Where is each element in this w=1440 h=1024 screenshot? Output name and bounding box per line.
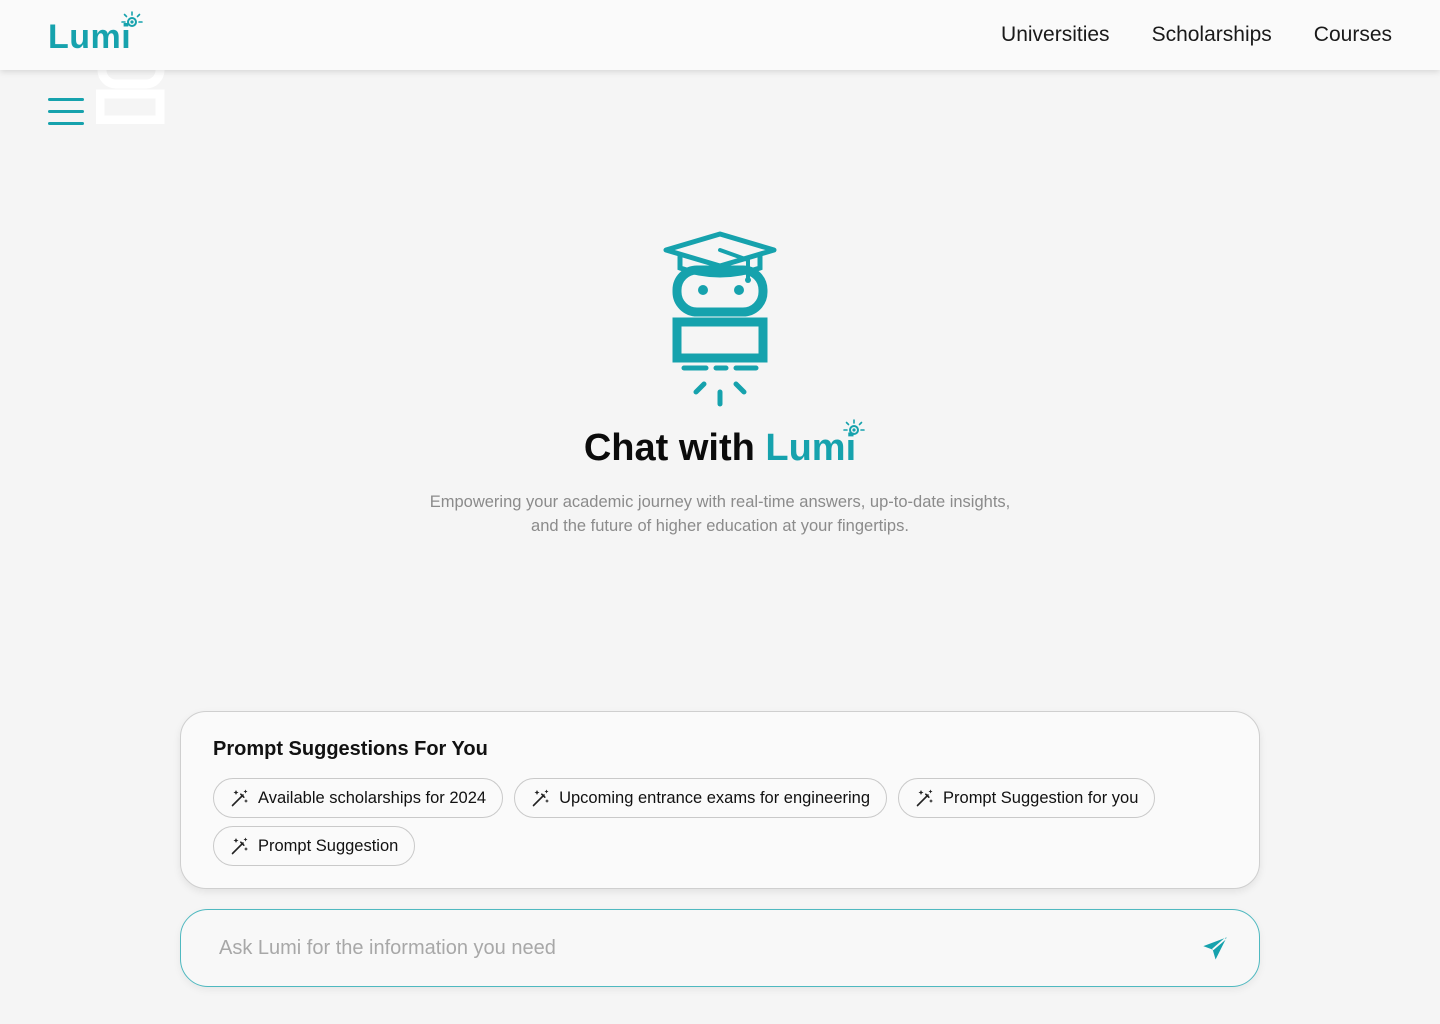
chip-label: Available scholarships for 2024: [258, 788, 487, 807]
top-navbar: Lumi Universities Scholarships Courses: [0, 0, 1440, 70]
nav-link-scholarships[interactable]: Scholarships: [1152, 23, 1272, 47]
logo-text: Lumi: [48, 18, 132, 56]
paper-plane-icon[interactable]: [1201, 935, 1229, 963]
magic-wand-icon: [231, 837, 248, 855]
nav-link-courses[interactable]: Courses: [1314, 23, 1392, 47]
suggestions-title: Prompt Suggestions For You: [213, 738, 488, 760]
page-title: Chat with Lumi: [583, 419, 865, 470]
sun-icon: [843, 419, 865, 435]
ask-input[interactable]: [219, 910, 1179, 986]
suggestion-chip-entrance-exams[interactable]: Upcoming entrance exams for engineering: [514, 778, 888, 818]
hamburger-menu-icon[interactable]: [48, 98, 84, 128]
sun-icon: [121, 11, 143, 27]
chip-label: Prompt Suggestion: [258, 836, 399, 855]
title-prefix: Chat with: [583, 427, 755, 469]
nav-link-universities[interactable]: Universities: [1001, 23, 1110, 47]
hero-section: Chat with Lumi Empowering your academic …: [0, 230, 1440, 538]
ask-box: [180, 909, 1260, 987]
chip-label: Upcoming entrance exams for engineering: [559, 788, 871, 807]
suggestion-chip-scholarships[interactable]: Available scholarships for 2024: [213, 778, 504, 818]
suggestion-chip-prompt[interactable]: Prompt Suggestion: [213, 826, 416, 866]
prompt-suggestions-card: Prompt Suggestions For You Available sch…: [180, 711, 1260, 889]
hero-subtitle: Empowering your academic journey with re…: [429, 492, 1011, 535]
main-nav: Universities Scholarships Courses: [1001, 0, 1392, 70]
magic-wand-icon: [231, 789, 248, 807]
suggestion-chips: Available scholarships for 2024 Upcoming…: [213, 778, 1233, 866]
chip-label: Prompt Suggestion for you: [943, 788, 1139, 807]
suggestion-chip-prompt-for-you[interactable]: Prompt Suggestion for you: [898, 778, 1156, 818]
lumi-logo[interactable]: Lumi: [48, 10, 143, 56]
graduation-robot-icon: [663, 231, 777, 407]
magic-wand-icon: [532, 789, 550, 807]
magic-wand-icon: [916, 789, 934, 807]
